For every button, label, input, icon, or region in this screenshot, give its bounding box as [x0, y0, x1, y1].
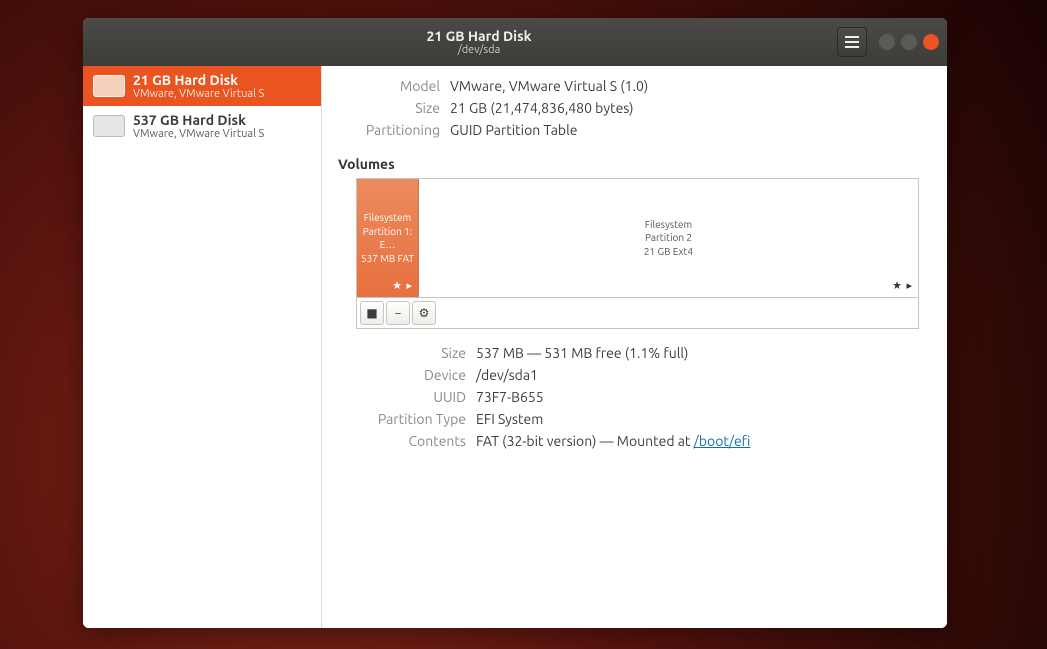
label-uuid: UUID — [336, 389, 466, 405]
volume-partition-1[interactable]: Filesystem Partition 1: E… 537 MB FAT ★ … — [357, 179, 419, 297]
disk-details: Model VMware, VMware Virtual S (1.0) Siz… — [322, 66, 947, 628]
value-contents: FAT (32-bit version) — Mounted at /boot/… — [476, 433, 750, 449]
volume-status-icons: ★ ▸ — [392, 279, 413, 294]
disk-sub: VMware, VMware Virtual S — [133, 128, 264, 140]
partition-options-button[interactable]: ⚙ — [412, 301, 436, 325]
row-partitioning: Partitioning GUID Partition Table — [336, 122, 919, 138]
hard-disk-icon — [93, 75, 125, 97]
vol-line: Partition 1: E… — [357, 225, 418, 252]
label-model: Model — [336, 78, 440, 94]
value-ptype: EFI System — [476, 411, 543, 427]
titlebar: 21 GB Hard Disk /dev/sda — [83, 18, 947, 66]
main-split: 21 GB Hard Disk VMware, VMware Virtual S… — [83, 66, 947, 628]
contents-text: FAT (32-bit version) — Mounted at — [476, 433, 694, 449]
disks-window: 21 GB Hard Disk /dev/sda 21 GB Hard Disk… — [83, 18, 947, 628]
volume-partition-2[interactable]: Filesystem Partition 2 21 GB Ext4 ★ ▸ — [419, 179, 918, 297]
sidebar-item-disk-0[interactable]: 21 GB Hard Disk VMware, VMware Virtual S — [83, 66, 321, 106]
title-center: 21 GB Hard Disk /dev/sda — [129, 28, 829, 57]
volumes-diagram: Filesystem Partition 1: E… 537 MB FAT ★ … — [356, 178, 919, 298]
disk-title: 21 GB Hard Disk — [133, 72, 264, 88]
window-title: 21 GB Hard Disk — [129, 28, 829, 44]
value-uuid: 73F7-B655 — [476, 389, 544, 405]
volume-action-bar: ■ − ⚙ — [356, 298, 919, 329]
volumes-header: Volumes — [338, 156, 919, 172]
label-contents: Contents — [336, 433, 466, 449]
vol-line: 537 MB FAT — [361, 252, 414, 266]
value-p-size: 537 MB — 531 MB free (1.1% full) — [476, 345, 688, 361]
row-size: Size 21 GB (21,474,836,480 bytes) — [336, 100, 919, 116]
label-device: Device — [336, 367, 466, 383]
hamburger-icon — [845, 36, 859, 48]
stop-icon: ■ — [366, 306, 377, 320]
value-size: 21 GB (21,474,836,480 bytes) — [450, 100, 634, 116]
value-model: VMware, VMware Virtual S (1.0) — [450, 78, 648, 94]
vol-line: Filesystem — [364, 211, 411, 225]
window-controls — [879, 34, 939, 50]
close-button[interactable] — [923, 34, 939, 50]
vol-line: Filesystem — [645, 218, 692, 232]
value-device: /dev/sda1 — [476, 367, 538, 383]
window-subtitle: /dev/sda — [129, 44, 829, 57]
partition-details: Size 537 MB — 531 MB free (1.1% full) De… — [336, 345, 919, 455]
hard-disk-icon — [93, 115, 125, 137]
mount-point-link[interactable]: /boot/efi — [694, 433, 751, 449]
disk-sidebar: 21 GB Hard Disk VMware, VMware Virtual S… — [83, 66, 322, 628]
minimize-button[interactable] — [879, 34, 895, 50]
volume-status-icons: ★ ▸ — [892, 279, 913, 294]
disk-title: 537 GB Hard Disk — [133, 112, 264, 128]
value-partitioning: GUID Partition Table — [450, 122, 577, 138]
vol-line: Partition 2 — [645, 231, 692, 245]
unmount-button[interactable]: ■ — [360, 301, 384, 325]
label-ptype: Partition Type — [336, 411, 466, 427]
label-partitioning: Partitioning — [336, 122, 440, 138]
hamburger-menu-button[interactable] — [837, 27, 867, 57]
label-size: Size — [336, 100, 440, 116]
label-p-size: Size — [336, 345, 466, 361]
sidebar-item-disk-1[interactable]: 537 GB Hard Disk VMware, VMware Virtual … — [83, 106, 321, 146]
row-model: Model VMware, VMware Virtual S (1.0) — [336, 78, 919, 94]
vol-line: 21 GB Ext4 — [644, 245, 693, 259]
disk-sub: VMware, VMware Virtual S — [133, 88, 264, 100]
delete-partition-button[interactable]: − — [386, 301, 410, 325]
gears-icon: ⚙ — [419, 306, 430, 320]
minus-icon: − — [395, 307, 402, 320]
maximize-button[interactable] — [901, 34, 917, 50]
